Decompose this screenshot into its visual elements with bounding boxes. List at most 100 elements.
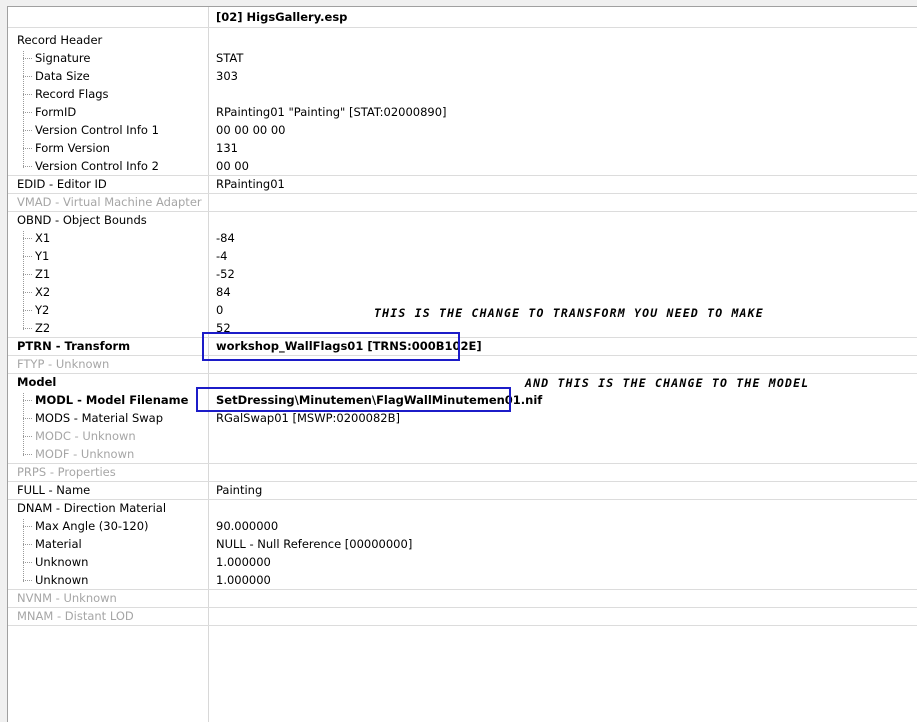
tree-branch — [23, 580, 32, 581]
field-name: Version Control Info 1 — [35, 123, 159, 137]
tree-branch — [23, 328, 32, 329]
row-modf[interactable]: MODF - Unknown — [8, 445, 917, 464]
tree-branch — [23, 274, 32, 275]
record-view: [02] HigsGallery.esp Record Header Signa… — [7, 6, 917, 722]
field-name: Unknown — [35, 573, 89, 587]
tree-branch — [23, 292, 32, 293]
field-name: Z2 — [35, 321, 51, 335]
field-value[interactable]: Painting — [216, 482, 262, 498]
model-annotation: AND THIS IS THE CHANGE TO THE MODEL — [525, 376, 810, 390]
tree-branch — [23, 112, 32, 113]
field-name: FULL - Name — [17, 483, 91, 497]
field-name: Version Control Info 2 — [35, 159, 159, 173]
field-name: MNAM - Distant LOD — [17, 609, 134, 623]
tree-branch — [23, 130, 32, 131]
row-ptrn[interactable]: PTRN - Transform workshop_WallFlags01 [T… — [8, 337, 917, 356]
field-value[interactable]: -84 — [216, 230, 235, 246]
field-name: MODS - Material Swap — [35, 411, 164, 425]
row-edid[interactable]: EDID - Editor ID RPainting01 — [8, 175, 917, 194]
row-unknown-2[interactable]: Unknown 1.000000 — [8, 571, 917, 590]
field-name: Y1 — [35, 249, 50, 263]
row-full[interactable]: FULL - Name Painting — [8, 481, 917, 500]
row-dnam[interactable]: DNAM - Direction Material — [8, 499, 917, 517]
row-z2[interactable]: Z2 52 — [8, 319, 917, 338]
tree-branch — [23, 436, 32, 437]
row-record-header[interactable]: Record Header — [8, 31, 917, 49]
field-value[interactable]: RPainting01 "Painting" [STAT:02000890] — [216, 104, 447, 120]
field-value[interactable]: 84 — [216, 284, 231, 300]
field-name: EDID - Editor ID — [17, 177, 107, 191]
field-value[interactable]: STAT — [216, 50, 243, 66]
row-x2[interactable]: X2 84 — [8, 283, 917, 301]
row-nvnm[interactable]: NVNM - Unknown — [8, 589, 917, 608]
field-name: FormID — [35, 105, 77, 119]
field-value[interactable]: RGalSwap01 [MSWP:0200082B] — [216, 410, 400, 426]
field-name: Data Size — [35, 69, 90, 83]
row-mnam[interactable]: MNAM - Distant LOD — [8, 607, 917, 626]
tree-branch — [23, 526, 32, 527]
field-value[interactable]: 303 — [216, 68, 238, 84]
tree-branch — [23, 76, 32, 77]
row-data-size[interactable]: Data Size 303 — [8, 67, 917, 85]
tree-branch — [23, 310, 32, 311]
field-value[interactable]: 90.000000 — [216, 518, 278, 534]
tree-branch — [23, 400, 32, 401]
field-name: PRPS - Properties — [17, 465, 116, 479]
row-y1[interactable]: Y1 -4 — [8, 247, 917, 265]
row-z1[interactable]: Z1 -52 — [8, 265, 917, 283]
field-value[interactable]: 1.000000 — [216, 572, 271, 588]
field-name: Form Version — [35, 141, 110, 155]
row-modc[interactable]: MODC - Unknown — [8, 427, 917, 445]
tree-branch — [23, 94, 32, 95]
field-value[interactable]: 00 00 00 00 — [216, 122, 286, 138]
field-name: Material — [35, 537, 82, 551]
field-name: FTYP - Unknown — [17, 357, 110, 371]
row-form-version[interactable]: Form Version 131 — [8, 139, 917, 157]
field-name: Signature — [35, 51, 91, 65]
plugin-column-title[interactable]: [02] HigsGallery.esp — [216, 10, 347, 24]
field-value[interactable]: NULL - Null Reference [00000000] — [216, 536, 412, 552]
transform-highlight-box — [202, 332, 460, 361]
field-value[interactable]: 1.000000 — [216, 554, 271, 570]
field-name: Max Angle (30-120) — [35, 519, 149, 533]
field-name: Model — [17, 375, 57, 389]
row-unknown-1[interactable]: Unknown 1.000000 — [8, 553, 917, 571]
transform-annotation: THIS IS THE CHANGE TO TRANSFORM YOU NEED… — [374, 306, 764, 320]
field-name: MODL - Model Filename — [35, 393, 189, 407]
field-value[interactable]: 00 00 — [216, 158, 249, 174]
field-name: OBND - Object Bounds — [17, 213, 147, 227]
field-value[interactable]: -4 — [216, 248, 227, 264]
field-name: DNAM - Direction Material — [17, 501, 167, 515]
field-name: NVNM - Unknown — [17, 591, 117, 605]
field-name: X2 — [35, 285, 51, 299]
field-value[interactable]: 131 — [216, 140, 238, 156]
tree-branch — [23, 58, 32, 59]
row-version-control-info-1[interactable]: Version Control Info 1 00 00 00 00 — [8, 121, 917, 139]
field-value[interactable]: -52 — [216, 266, 235, 282]
row-signature[interactable]: Signature STAT — [8, 49, 917, 67]
tree-branch — [23, 166, 32, 167]
tree-branch — [23, 238, 32, 239]
tree-branch — [23, 562, 32, 563]
field-name: MODF - Unknown — [35, 447, 135, 461]
row-ftyp[interactable]: FTYP - Unknown — [8, 355, 917, 374]
model-highlight-box — [196, 387, 511, 412]
row-x1[interactable]: X1 -84 — [8, 229, 917, 247]
row-prps[interactable]: PRPS - Properties — [8, 463, 917, 482]
field-name: Unknown — [35, 555, 89, 569]
field-value[interactable]: RPainting01 — [216, 176, 285, 192]
row-vmad[interactable]: VMAD - Virtual Machine Adapter — [8, 193, 917, 212]
row-version-control-info-2[interactable]: Version Control Info 2 00 00 — [8, 157, 917, 176]
field-name: Record Header — [17, 33, 103, 47]
field-name: Record Flags — [35, 87, 109, 101]
field-name: X1 — [35, 231, 51, 245]
field-name: PTRN - Transform — [17, 339, 131, 353]
row-material[interactable]: Material NULL - Null Reference [00000000… — [8, 535, 917, 553]
row-formid[interactable]: FormID RPainting01 "Painting" [STAT:0200… — [8, 103, 917, 121]
field-value[interactable]: 0 — [216, 302, 223, 318]
field-name: MODC - Unknown — [35, 429, 136, 443]
row-record-flags[interactable]: Record Flags — [8, 85, 917, 103]
row-obnd[interactable]: OBND - Object Bounds — [8, 211, 917, 229]
row-max-angle[interactable]: Max Angle (30-120) 90.000000 — [8, 517, 917, 535]
tree-branch — [23, 256, 32, 257]
